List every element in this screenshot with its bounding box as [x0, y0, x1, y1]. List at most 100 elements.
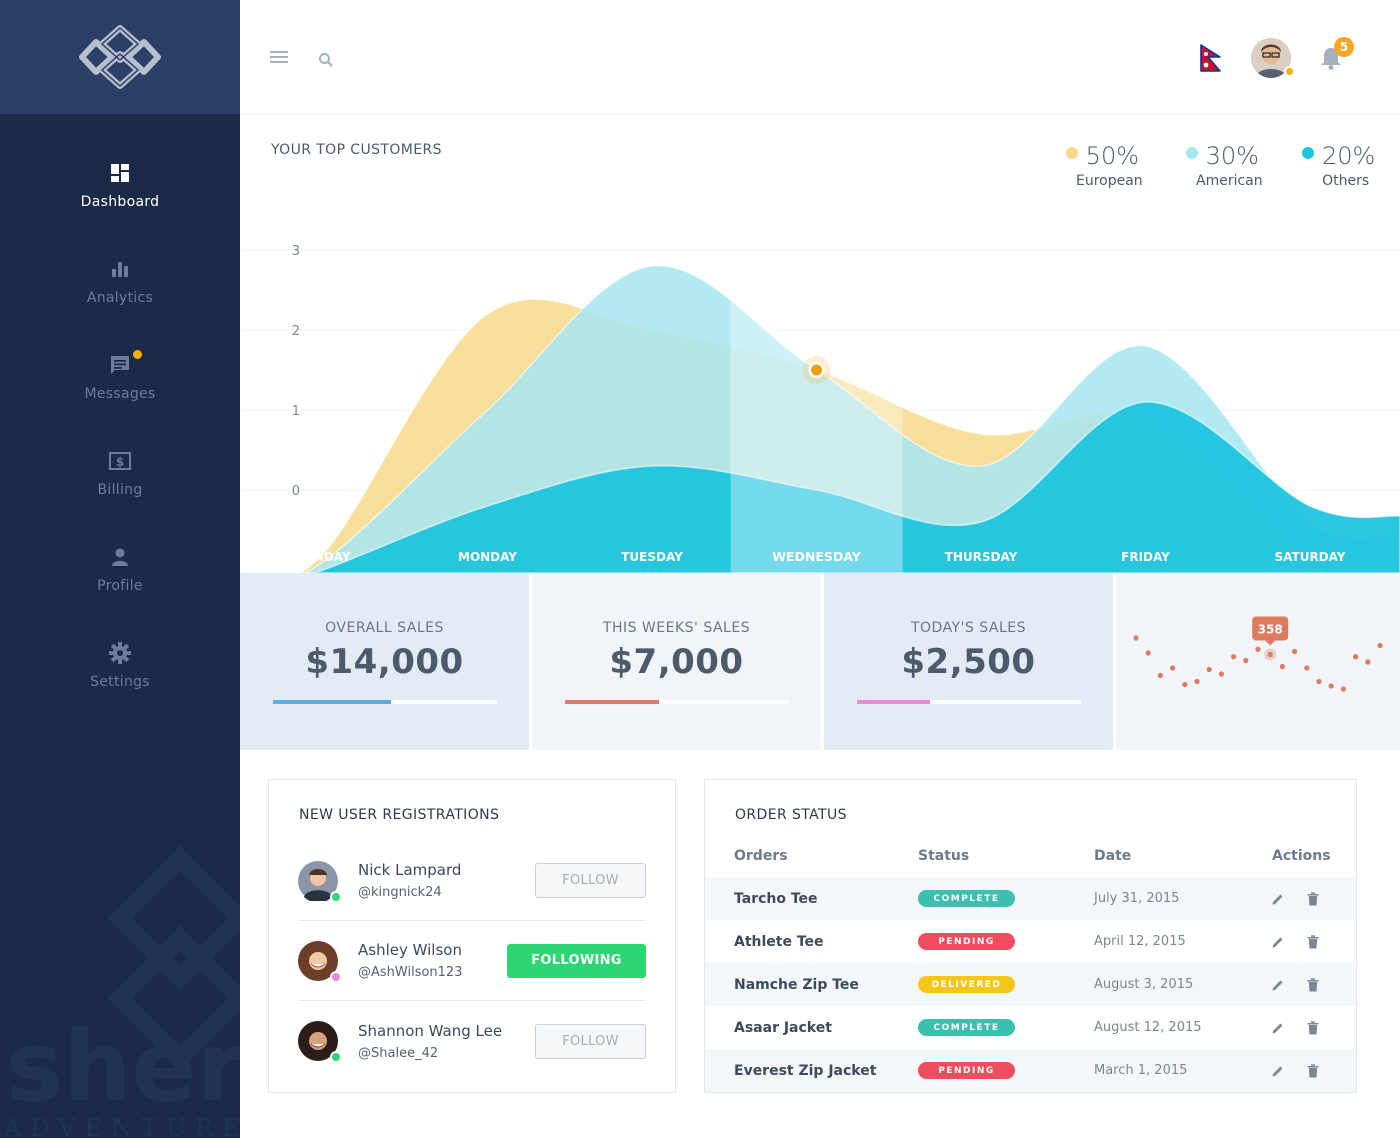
stat-label: OVERALL SALES: [325, 620, 444, 636]
avatar[interactable]: [298, 940, 342, 983]
new-user-registrations-panel: NEW USER REGISTRATIONS Nick Lampard @kin…: [268, 779, 676, 1093]
sparkline-chart[interactable]: 358: [1116, 573, 1400, 750]
stat-label: THIS WEEKS' SALES: [602, 620, 751, 636]
edit-icon[interactable]: [1271, 1021, 1285, 1035]
sparkline-point: [1316, 678, 1322, 685]
x-tick-label: THURSDAY: [945, 550, 1018, 564]
legend-item-others[interactable]: 20% Others: [1302, 143, 1375, 189]
delete-icon[interactable]: [1307, 1063, 1319, 1078]
sparkline-point: [1243, 657, 1249, 664]
sparkline-point: [1182, 681, 1188, 688]
stat-progress-fill: [564, 700, 659, 704]
sparkline-point: [1157, 672, 1163, 679]
table-row[interactable]: Namche Zip Tee DELIVERED August 3, 2015: [705, 963, 1356, 1006]
user-name[interactable]: Shannon Wang Lee: [358, 1022, 535, 1040]
order-date: March 1, 2015: [1094, 1063, 1188, 1078]
delete-icon[interactable]: [1307, 934, 1319, 949]
user-name[interactable]: Ashley Wilson: [358, 941, 507, 959]
user-row: Nick Lampard @kingnick24 FOLLOW: [298, 841, 646, 921]
sparkline-point: [1194, 678, 1200, 685]
follow-button[interactable]: FOLLOW: [535, 1023, 646, 1059]
legend-dot: [1185, 147, 1198, 159]
delete-icon[interactable]: [1307, 1020, 1319, 1035]
legend-value: 20%: [1322, 142, 1376, 170]
nepal-flag-icon[interactable]: [1200, 44, 1222, 72]
column-header-orders[interactable]: Orders: [734, 848, 788, 864]
legend-value: 30%: [1205, 142, 1259, 170]
messages-notification-dot: [133, 350, 142, 359]
order-date: August 3, 2015: [1094, 977, 1194, 992]
menu-icon[interactable]: [270, 51, 288, 65]
sidebar-item-profile[interactable]: Profile: [0, 534, 240, 630]
x-tick-label: WEDNESDAY: [772, 549, 862, 564]
notification-badge: 5: [1334, 37, 1354, 57]
user-status-dot: [1284, 66, 1295, 77]
stat-label: TODAY'S SALES: [910, 620, 1027, 636]
status-badge: PENDING: [918, 933, 1015, 950]
legend-item-european[interactable]: 50% European: [1062, 143, 1143, 189]
stat-value: $14,000: [305, 642, 464, 682]
edit-icon[interactable]: [1271, 935, 1285, 949]
sparkline-point: [1218, 671, 1224, 677]
x-tick-label: SATURDAY: [1275, 550, 1346, 564]
avatar[interactable]: [298, 1021, 342, 1063]
sparkline-point: [1133, 635, 1139, 641]
column-header-status[interactable]: Status: [918, 848, 969, 864]
table-row[interactable]: Athlete Tee PENDING April 12, 2015: [705, 920, 1356, 963]
x-tick-label: FRIDAY: [1121, 550, 1170, 564]
sidebar-item-settings[interactable]: Settings: [0, 630, 240, 726]
sidebar-item-label: Profile: [97, 578, 143, 594]
following-button[interactable]: FOLLOWING: [507, 943, 646, 978]
panel-title: ORDER STATUS: [735, 807, 847, 823]
legend-item-american[interactable]: 30% American: [1182, 143, 1263, 189]
edit-icon[interactable]: [1271, 1064, 1285, 1078]
svg-text:sher: sher: [6, 1011, 240, 1123]
weekly-sales-card: THIS WEEKS' SALES $7,000: [532, 573, 821, 750]
follow-button[interactable]: FOLLOW: [535, 863, 646, 898]
avatar[interactable]: [298, 860, 342, 903]
sidebar-item-messages[interactable]: Messages: [0, 342, 240, 438]
stat-progress-bar: [272, 700, 497, 704]
y-tick-label: 2: [292, 324, 300, 339]
order-name: Tarcho Tee: [734, 890, 818, 907]
delete-icon[interactable]: [1307, 977, 1319, 992]
user-row: Ashley Wilson @AshWilson123 FOLLOWING: [298, 921, 646, 1001]
edit-icon[interactable]: [1271, 892, 1285, 906]
order-name: Everest Zip Jacket: [734, 1062, 877, 1079]
svg-text:$: $: [116, 455, 124, 469]
column-header-actions: Actions: [1272, 848, 1331, 864]
sidebar-item-dashboard[interactable]: Dashboard: [0, 150, 240, 246]
stat-progress-bar: [856, 700, 1081, 704]
column-header-date[interactable]: Date: [1094, 848, 1131, 864]
sparkline-point: [1340, 686, 1346, 692]
stat-value: $2,500: [901, 642, 1036, 682]
sparkline-active-point: [1264, 648, 1277, 661]
order-date: April 12, 2015: [1094, 934, 1186, 949]
online-status-dot: [330, 1051, 342, 1063]
delete-icon[interactable]: [1307, 891, 1319, 906]
legend-value: 50%: [1085, 142, 1140, 170]
table-row[interactable]: Asaar Jacket COMPLETE August 12, 2015: [705, 1006, 1356, 1049]
sidebar-item-analytics[interactable]: Analytics: [0, 246, 240, 342]
edit-icon[interactable]: [1271, 978, 1285, 992]
sparkline-point: [1231, 654, 1237, 660]
sidebar-item-billing[interactable]: $ Billing: [0, 438, 240, 534]
highlight-point: [811, 364, 822, 376]
user-handle: @AshWilson123: [358, 965, 463, 980]
search-icon[interactable]: [318, 52, 334, 68]
table-row[interactable]: Tarcho Tee COMPLETE July 31, 2015: [705, 877, 1356, 920]
brand-watermark: sher ADVENTURE: [3, 845, 240, 1138]
sparkline-point: [1206, 666, 1212, 673]
status-badge: COMPLETE: [918, 890, 1015, 907]
brand-logo[interactable]: [78, 22, 162, 92]
legend-dot: [1302, 147, 1314, 159]
table-row[interactable]: Everest Zip Jacket PENDING March 1, 2015: [705, 1049, 1356, 1092]
order-date: July 31, 2015: [1094, 891, 1180, 906]
messages-icon: [109, 354, 131, 376]
user-name[interactable]: Nick Lampard: [358, 861, 535, 879]
sidebar-item-label: Settings: [90, 674, 150, 690]
user-handle: @Shalee_42: [358, 1045, 439, 1061]
stat-progress-fill: [272, 700, 392, 704]
sparkline-point: [1255, 646, 1261, 652]
sparkline-point: [1292, 648, 1298, 655]
